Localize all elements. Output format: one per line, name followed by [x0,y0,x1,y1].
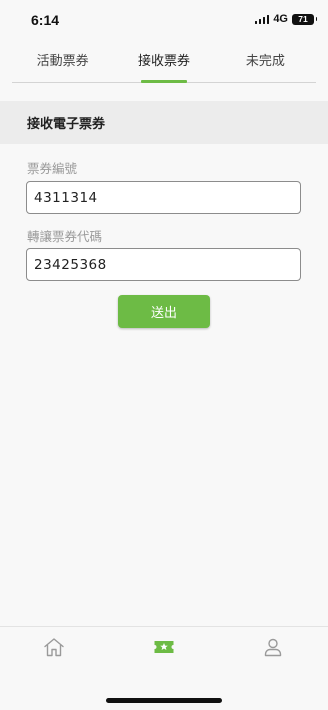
tab-active-tickets[interactable]: 活動票券 [12,42,113,82]
section-title: 接收電子票券 [0,101,328,144]
ticket-number-label: 票券編號 [27,161,78,176]
user-icon [264,638,282,657]
status-time: 6:14 [31,12,60,28]
status-bar: 6:14 4G 71 [0,0,328,40]
signal-icon [254,14,270,24]
nav-profile[interactable] [261,635,285,659]
ticket-star-icon [154,641,174,653]
battery-icon: 71 [292,13,317,25]
transfer-code-input[interactable] [26,248,301,281]
ticket-tabs: 活動票券 接收票券 未完成 [12,42,316,83]
network-label: 4G [273,13,288,25]
nav-home[interactable] [42,635,66,659]
home-indicator[interactable] [106,698,222,703]
submit-button[interactable]: 送出 [118,295,210,328]
nav-tickets[interactable] [152,635,176,659]
ticket-number-input[interactable] [26,181,301,214]
home-icon [44,638,64,657]
transfer-code-label: 轉讓票券代碼 [27,229,103,244]
tab-receive-tickets[interactable]: 接收票券 [113,42,214,82]
tab-incomplete[interactable]: 未完成 [215,42,316,82]
status-indicators: 4G 71 [254,13,317,25]
